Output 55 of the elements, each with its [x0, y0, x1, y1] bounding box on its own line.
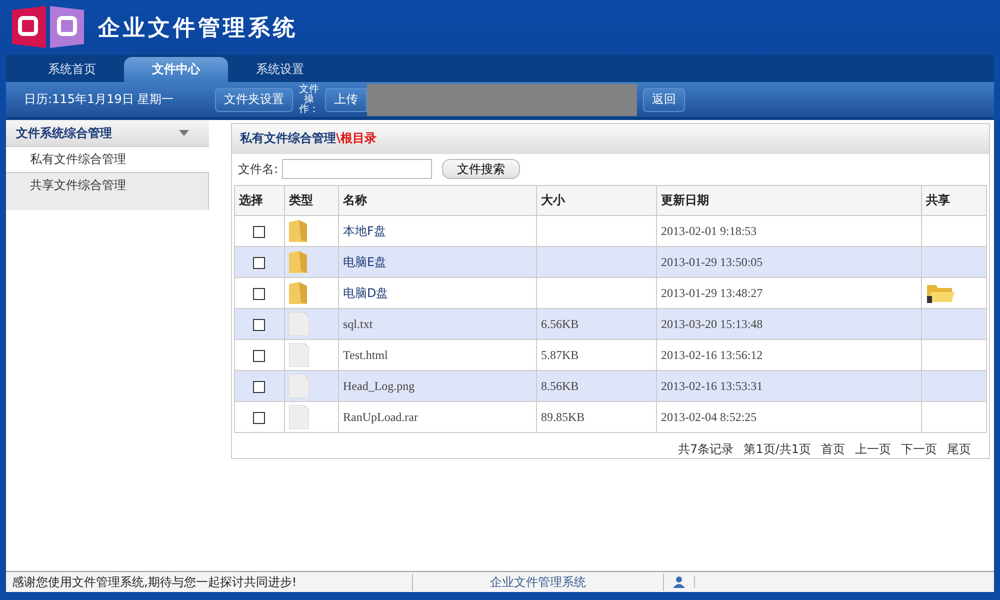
document-icon: [289, 343, 309, 367]
search-field[interactable]: [282, 159, 432, 180]
column-header: 选择: [234, 186, 284, 216]
nav-tab[interactable]: 系统设置: [228, 57, 332, 82]
sidebar-title: 文件系统综合管理: [16, 124, 112, 142]
pager-link[interactable]: 尾页: [947, 441, 971, 458]
column-header: 名称: [338, 186, 536, 216]
nav-tab[interactable]: 系统首页: [20, 57, 124, 82]
column-header: 共享: [922, 186, 986, 216]
upload-button[interactable]: 上传: [325, 88, 367, 112]
column-header: 类型: [284, 186, 338, 216]
document-icon: [289, 312, 309, 336]
sidebar-item[interactable]: 共享文件综合管理: [6, 172, 209, 210]
checkbox[interactable]: [253, 380, 265, 393]
user-icon: [673, 576, 685, 588]
search-label: 文件名:: [238, 160, 278, 178]
app-title: 企业文件管理系统: [98, 14, 298, 42]
update-date: 2013-03-20 15:13:48: [656, 308, 922, 340]
folder-icon: [289, 251, 307, 273]
file-name: Head_Log.png: [338, 370, 536, 402]
file-name: sql.txt: [338, 308, 536, 340]
pager-link[interactable]: 首页: [821, 441, 845, 458]
page-indicator: 第1页/共1页: [744, 441, 811, 458]
checkbox[interactable]: [253, 412, 265, 424]
file-size: 89.85KB: [536, 402, 656, 432]
pager-link[interactable]: 上一页: [855, 441, 891, 458]
column-header: 大小: [536, 186, 656, 216]
file-size: 8.56KB: [536, 370, 656, 402]
record-count: 共7条记录: [678, 441, 734, 458]
folder-link[interactable]: 电脑E盘: [338, 246, 536, 278]
calendar-date: 日历:115年1月19日 星期一: [24, 91, 175, 108]
document-icon: [289, 405, 309, 429]
footer-message: 感谢您使用文件管理系统,期待与您一起探讨共同进步!: [6, 574, 413, 590]
back-button[interactable]: 返回: [643, 88, 685, 112]
update-date: 2013-02-16 13:53:31: [656, 370, 922, 402]
document-icon: [289, 374, 309, 398]
pager-link[interactable]: 下一页: [901, 441, 937, 458]
panel-title: 私有文件综合管理\根目录: [240, 130, 376, 148]
folder-settings-button[interactable]: 文件夹设置: [215, 88, 293, 112]
folder-icon: [289, 282, 307, 304]
file-name: RanUpLoad.rar: [338, 402, 536, 432]
checkbox[interactable]: [253, 318, 265, 331]
footer-title: 企业文件管理系统: [413, 574, 664, 590]
update-date: 2013-01-29 13:50:05: [656, 246, 922, 278]
checkbox[interactable]: [253, 350, 265, 362]
search-button[interactable]: 文件搜索: [442, 159, 520, 180]
sidebar-header[interactable]: 文件系统综合管理: [6, 120, 209, 147]
checkbox[interactable]: [253, 288, 265, 300]
update-date: 2013-02-04 8:52:25: [656, 402, 922, 432]
column-header: 更新日期: [656, 186, 922, 216]
file-size: 6.56KB: [536, 308, 656, 340]
checkbox[interactable]: [253, 256, 265, 269]
checkbox[interactable]: [253, 226, 265, 238]
file-ops-label: 文件操作：: [299, 84, 319, 114]
folder-icon: [289, 220, 307, 242]
